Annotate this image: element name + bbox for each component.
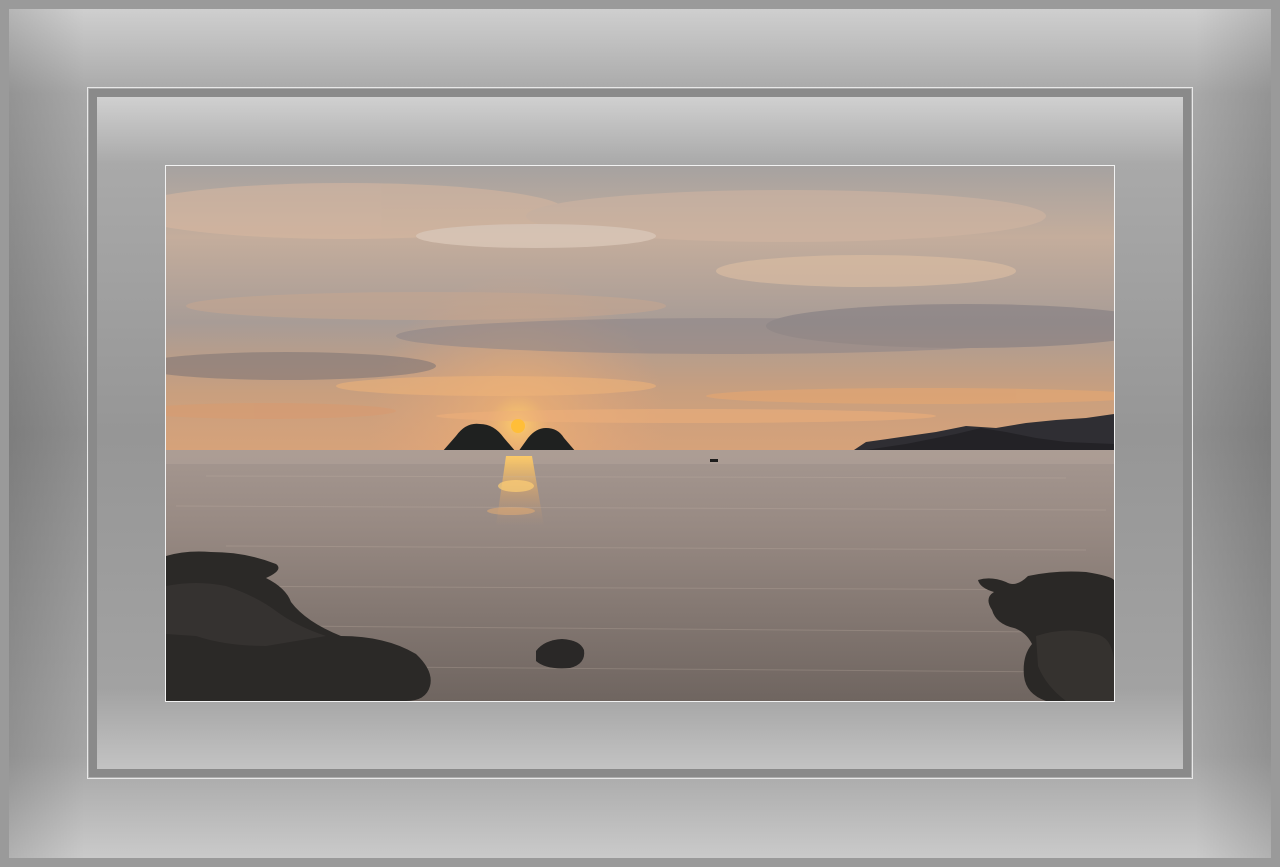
framed-photograph <box>165 165 1115 702</box>
small-boat <box>710 459 718 462</box>
sunset-scene <box>166 166 1114 701</box>
sun <box>511 419 525 433</box>
